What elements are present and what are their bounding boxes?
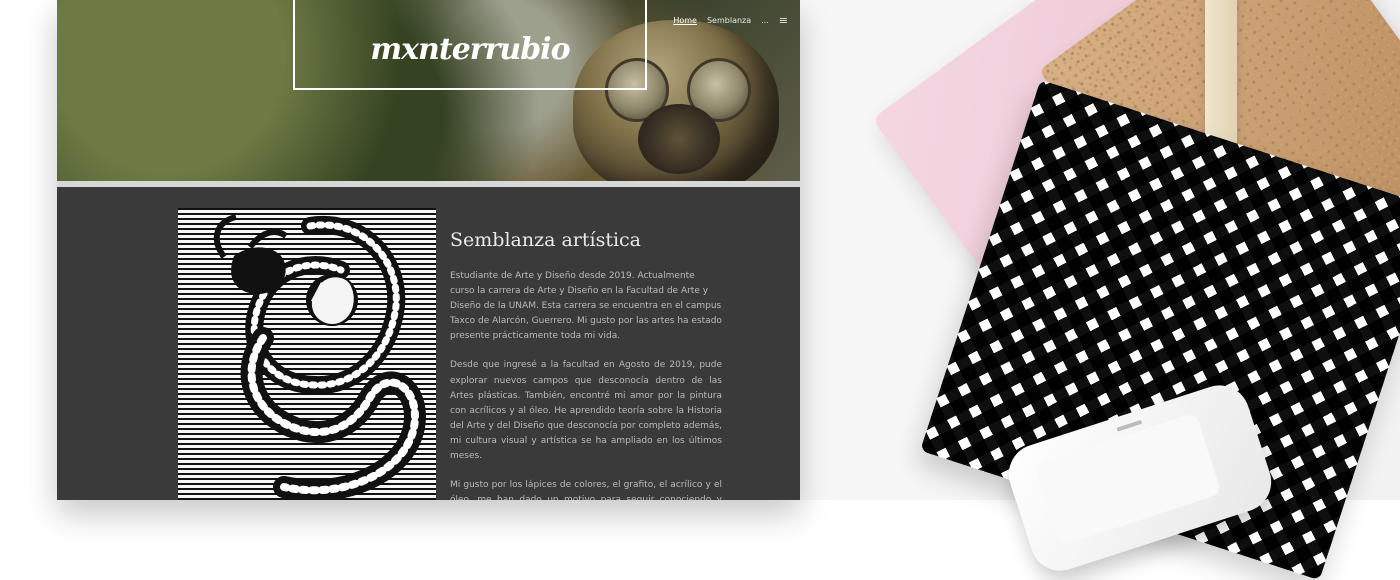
logo-frame: mxnterrubio <box>293 0 647 90</box>
black-white-notebook <box>920 79 1400 580</box>
website-screen: mxnterrubio Home Semblanza ... ≡ Semblan… <box>57 0 800 500</box>
content-section: Semblanza artística Estudiante de Arte y… <box>57 187 800 500</box>
nav-more[interactable]: ... <box>761 16 769 25</box>
artwork-image <box>178 208 436 500</box>
mockup-scene: mxnterrubio Home Semblanza ... ≡ Semblan… <box>0 0 1400 580</box>
pink-notebook <box>871 0 1400 459</box>
cork-notebook <box>1038 0 1400 362</box>
smartphone <box>1001 377 1279 579</box>
hero-banner: mxnterrubio Home Semblanza ... ≡ <box>57 0 800 196</box>
page-title: Semblanza artística <box>450 229 642 251</box>
bio-paragraph-3: Mi gusto por los lápices de colores, el … <box>450 480 722 500</box>
hamburger-icon[interactable]: ≡ <box>779 14 788 27</box>
gas-mask-filter <box>638 104 720 174</box>
site-logo[interactable]: mxnterrubio <box>295 32 645 67</box>
bio-paragraph-1: Estudiante de Arte y Diseño desde 2019. … <box>450 271 722 342</box>
bio-text: Estudiante de Arte y Diseño desde 2019. … <box>450 269 722 500</box>
nav-home[interactable]: Home <box>673 16 697 25</box>
serpent-illustration <box>213 214 426 500</box>
bio-paragraph-2: Desde que ingresé a la facultad en Agost… <box>450 360 722 462</box>
nav-semblanza[interactable]: Semblanza <box>707 16 751 25</box>
pencil <box>1205 0 1237 260</box>
top-navigation: Home Semblanza ... ≡ <box>673 14 788 27</box>
